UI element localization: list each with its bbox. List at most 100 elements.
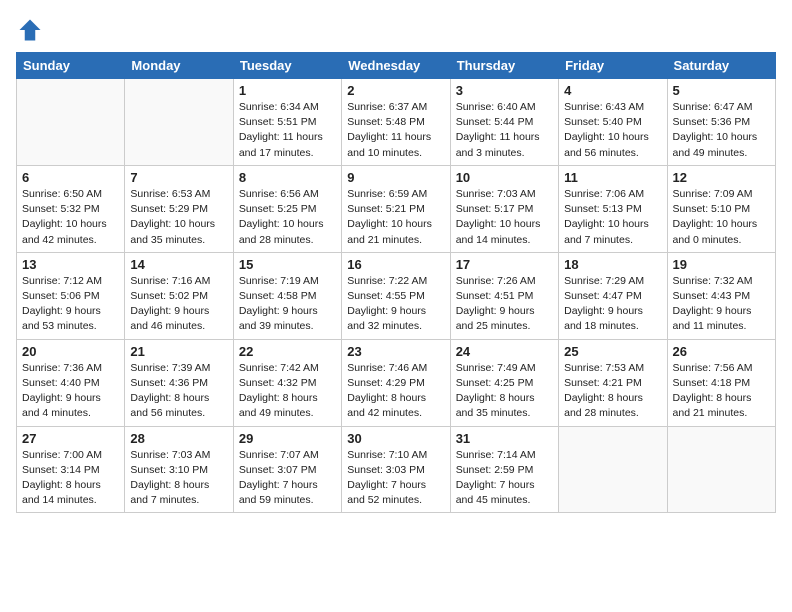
day-number: 5 bbox=[673, 83, 770, 98]
day-info: Sunrise: 7:06 AM Sunset: 5:13 PM Dayligh… bbox=[564, 187, 661, 248]
day-info: Sunrise: 7:03 AM Sunset: 5:17 PM Dayligh… bbox=[456, 187, 553, 248]
logo-icon bbox=[16, 16, 44, 44]
calendar-week-row: 1 Sunrise: 6:34 AM Sunset: 5:51 PM Daylig… bbox=[17, 79, 776, 166]
day-number: 8 bbox=[239, 170, 336, 185]
day-number: 21 bbox=[130, 344, 227, 359]
day-number: 4 bbox=[564, 83, 661, 98]
calendar: SundayMondayTuesdayWednesdayThursdayFrid… bbox=[16, 52, 776, 513]
calendar-cell: 21 Sunrise: 7:39 AM Sunset: 4:36 PM Dayli… bbox=[125, 339, 233, 426]
weekday-header: Saturday bbox=[667, 53, 775, 79]
weekday-header: Wednesday bbox=[342, 53, 450, 79]
weekday-header: Monday bbox=[125, 53, 233, 79]
calendar-cell: 27 Sunrise: 7:00 AM Sunset: 3:14 PM Dayli… bbox=[17, 426, 125, 513]
day-number: 3 bbox=[456, 83, 553, 98]
day-number: 23 bbox=[347, 344, 444, 359]
day-number: 1 bbox=[239, 83, 336, 98]
day-info: Sunrise: 6:47 AM Sunset: 5:36 PM Dayligh… bbox=[673, 100, 770, 161]
day-info: Sunrise: 7:00 AM Sunset: 3:14 PM Dayligh… bbox=[22, 448, 119, 509]
day-number: 6 bbox=[22, 170, 119, 185]
day-number: 12 bbox=[673, 170, 770, 185]
day-info: Sunrise: 7:10 AM Sunset: 3:03 PM Dayligh… bbox=[347, 448, 444, 509]
day-info: Sunrise: 7:46 AM Sunset: 4:29 PM Dayligh… bbox=[347, 361, 444, 422]
day-info: Sunrise: 7:32 AM Sunset: 4:43 PM Dayligh… bbox=[673, 274, 770, 335]
weekday-header: Tuesday bbox=[233, 53, 341, 79]
day-number: 26 bbox=[673, 344, 770, 359]
day-number: 22 bbox=[239, 344, 336, 359]
calendar-cell: 24Sunrise: 7:49 AM Sunset: 4:25 PM Dayli… bbox=[450, 339, 558, 426]
calendar-cell: 30 Sunrise: 7:10 AM Sunset: 3:03 PM Dayli… bbox=[342, 426, 450, 513]
day-info: Sunrise: 6:43 AM Sunset: 5:40 PM Dayligh… bbox=[564, 100, 661, 161]
calendar-cell: 19 Sunrise: 7:32 AM Sunset: 4:43 PM Dayli… bbox=[667, 252, 775, 339]
calendar-cell: 28 Sunrise: 7:03 AM Sunset: 3:10 PM Dayli… bbox=[125, 426, 233, 513]
calendar-week-row: 27 Sunrise: 7:00 AM Sunset: 3:14 PM Dayli… bbox=[17, 426, 776, 513]
day-number: 20 bbox=[22, 344, 119, 359]
calendar-cell: 16Sunrise: 7:22 AM Sunset: 4:55 PM Dayli… bbox=[342, 252, 450, 339]
calendar-cell: 10 Sunrise: 7:03 AM Sunset: 5:17 PM Dayli… bbox=[450, 165, 558, 252]
day-info: Sunrise: 7:36 AM Sunset: 4:40 PM Dayligh… bbox=[22, 361, 119, 422]
weekday-header-row: SundayMondayTuesdayWednesdayThursdayFrid… bbox=[17, 53, 776, 79]
calendar-cell: 11 Sunrise: 7:06 AM Sunset: 5:13 PM Dayli… bbox=[559, 165, 667, 252]
day-number: 11 bbox=[564, 170, 661, 185]
calendar-cell: 7 Sunrise: 6:53 AM Sunset: 5:29 PM Daylig… bbox=[125, 165, 233, 252]
day-info: Sunrise: 6:59 AM Sunset: 5:21 PM Dayligh… bbox=[347, 187, 444, 248]
day-number: 25 bbox=[564, 344, 661, 359]
day-info: Sunrise: 6:40 AM Sunset: 5:44 PM Dayligh… bbox=[456, 100, 553, 161]
calendar-cell bbox=[125, 79, 233, 166]
calendar-cell: 17Sunrise: 7:26 AM Sunset: 4:51 PM Dayli… bbox=[450, 252, 558, 339]
weekday-header: Thursday bbox=[450, 53, 558, 79]
calendar-cell: 31 Sunrise: 7:14 AM Sunset: 2:59 PM Dayli… bbox=[450, 426, 558, 513]
calendar-cell: 15 Sunrise: 7:19 AM Sunset: 4:58 PM Dayli… bbox=[233, 252, 341, 339]
calendar-week-row: 6 Sunrise: 6:50 AM Sunset: 5:32 PM Daylig… bbox=[17, 165, 776, 252]
day-number: 31 bbox=[456, 431, 553, 446]
calendar-cell: 1 Sunrise: 6:34 AM Sunset: 5:51 PM Daylig… bbox=[233, 79, 341, 166]
day-number: 2 bbox=[347, 83, 444, 98]
weekday-header: Friday bbox=[559, 53, 667, 79]
calendar-cell: 9 Sunrise: 6:59 AM Sunset: 5:21 PM Daylig… bbox=[342, 165, 450, 252]
day-info: Sunrise: 6:34 AM Sunset: 5:51 PM Dayligh… bbox=[239, 100, 336, 161]
day-number: 9 bbox=[347, 170, 444, 185]
calendar-cell: 4 Sunrise: 6:43 AM Sunset: 5:40 PM Daylig… bbox=[559, 79, 667, 166]
day-info: Sunrise: 7:09 AM Sunset: 5:10 PM Dayligh… bbox=[673, 187, 770, 248]
day-number: 10 bbox=[456, 170, 553, 185]
day-number: 27 bbox=[22, 431, 119, 446]
calendar-cell: 18Sunrise: 7:29 AM Sunset: 4:47 PM Dayli… bbox=[559, 252, 667, 339]
day-info: Sunrise: 7:19 AM Sunset: 4:58 PM Dayligh… bbox=[239, 274, 336, 335]
day-number: 7 bbox=[130, 170, 227, 185]
day-number: 29 bbox=[239, 431, 336, 446]
calendar-cell: 29 Sunrise: 7:07 AM Sunset: 3:07 PM Dayli… bbox=[233, 426, 341, 513]
calendar-cell: 5 Sunrise: 6:47 AM Sunset: 5:36 PM Daylig… bbox=[667, 79, 775, 166]
calendar-cell: 14 Sunrise: 7:16 AM Sunset: 5:02 PM Dayli… bbox=[125, 252, 233, 339]
day-number: 15 bbox=[239, 257, 336, 272]
calendar-cell: 2 Sunrise: 6:37 AM Sunset: 5:48 PM Daylig… bbox=[342, 79, 450, 166]
day-info: Sunrise: 7:16 AM Sunset: 5:02 PM Dayligh… bbox=[130, 274, 227, 335]
weekday-header: Sunday bbox=[17, 53, 125, 79]
calendar-week-row: 20 Sunrise: 7:36 AM Sunset: 4:40 PM Dayli… bbox=[17, 339, 776, 426]
calendar-week-row: 13 Sunrise: 7:12 AM Sunset: 5:06 PM Dayli… bbox=[17, 252, 776, 339]
calendar-cell: 3 Sunrise: 6:40 AM Sunset: 5:44 PM Daylig… bbox=[450, 79, 558, 166]
day-info: Sunrise: 7:42 AM Sunset: 4:32 PM Dayligh… bbox=[239, 361, 336, 422]
calendar-cell bbox=[17, 79, 125, 166]
day-number: 18 bbox=[564, 257, 661, 272]
day-info: Sunrise: 7:12 AM Sunset: 5:06 PM Dayligh… bbox=[22, 274, 119, 335]
calendar-cell bbox=[667, 426, 775, 513]
day-info: Sunrise: 6:53 AM Sunset: 5:29 PM Dayligh… bbox=[130, 187, 227, 248]
page-header bbox=[16, 16, 776, 44]
calendar-cell: 12 Sunrise: 7:09 AM Sunset: 5:10 PM Dayli… bbox=[667, 165, 775, 252]
day-info: Sunrise: 6:37 AM Sunset: 5:48 PM Dayligh… bbox=[347, 100, 444, 161]
day-number: 14 bbox=[130, 257, 227, 272]
day-number: 19 bbox=[673, 257, 770, 272]
day-info: Sunrise: 7:03 AM Sunset: 3:10 PM Dayligh… bbox=[130, 448, 227, 509]
calendar-cell: 8Sunrise: 6:56 AM Sunset: 5:25 PM Daylig… bbox=[233, 165, 341, 252]
day-number: 30 bbox=[347, 431, 444, 446]
day-info: Sunrise: 7:07 AM Sunset: 3:07 PM Dayligh… bbox=[239, 448, 336, 509]
calendar-cell: 22 Sunrise: 7:42 AM Sunset: 4:32 PM Dayli… bbox=[233, 339, 341, 426]
day-info: Sunrise: 7:22 AM Sunset: 4:55 PM Dayligh… bbox=[347, 274, 444, 335]
day-number: 28 bbox=[130, 431, 227, 446]
day-info: Sunrise: 7:14 AM Sunset: 2:59 PM Dayligh… bbox=[456, 448, 553, 509]
calendar-cell: 25Sunrise: 7:53 AM Sunset: 4:21 PM Dayli… bbox=[559, 339, 667, 426]
day-number: 13 bbox=[22, 257, 119, 272]
calendar-cell: 23 Sunrise: 7:46 AM Sunset: 4:29 PM Dayli… bbox=[342, 339, 450, 426]
day-info: Sunrise: 7:56 AM Sunset: 4:18 PM Dayligh… bbox=[673, 361, 770, 422]
day-info: Sunrise: 7:39 AM Sunset: 4:36 PM Dayligh… bbox=[130, 361, 227, 422]
day-info: Sunrise: 6:50 AM Sunset: 5:32 PM Dayligh… bbox=[22, 187, 119, 248]
